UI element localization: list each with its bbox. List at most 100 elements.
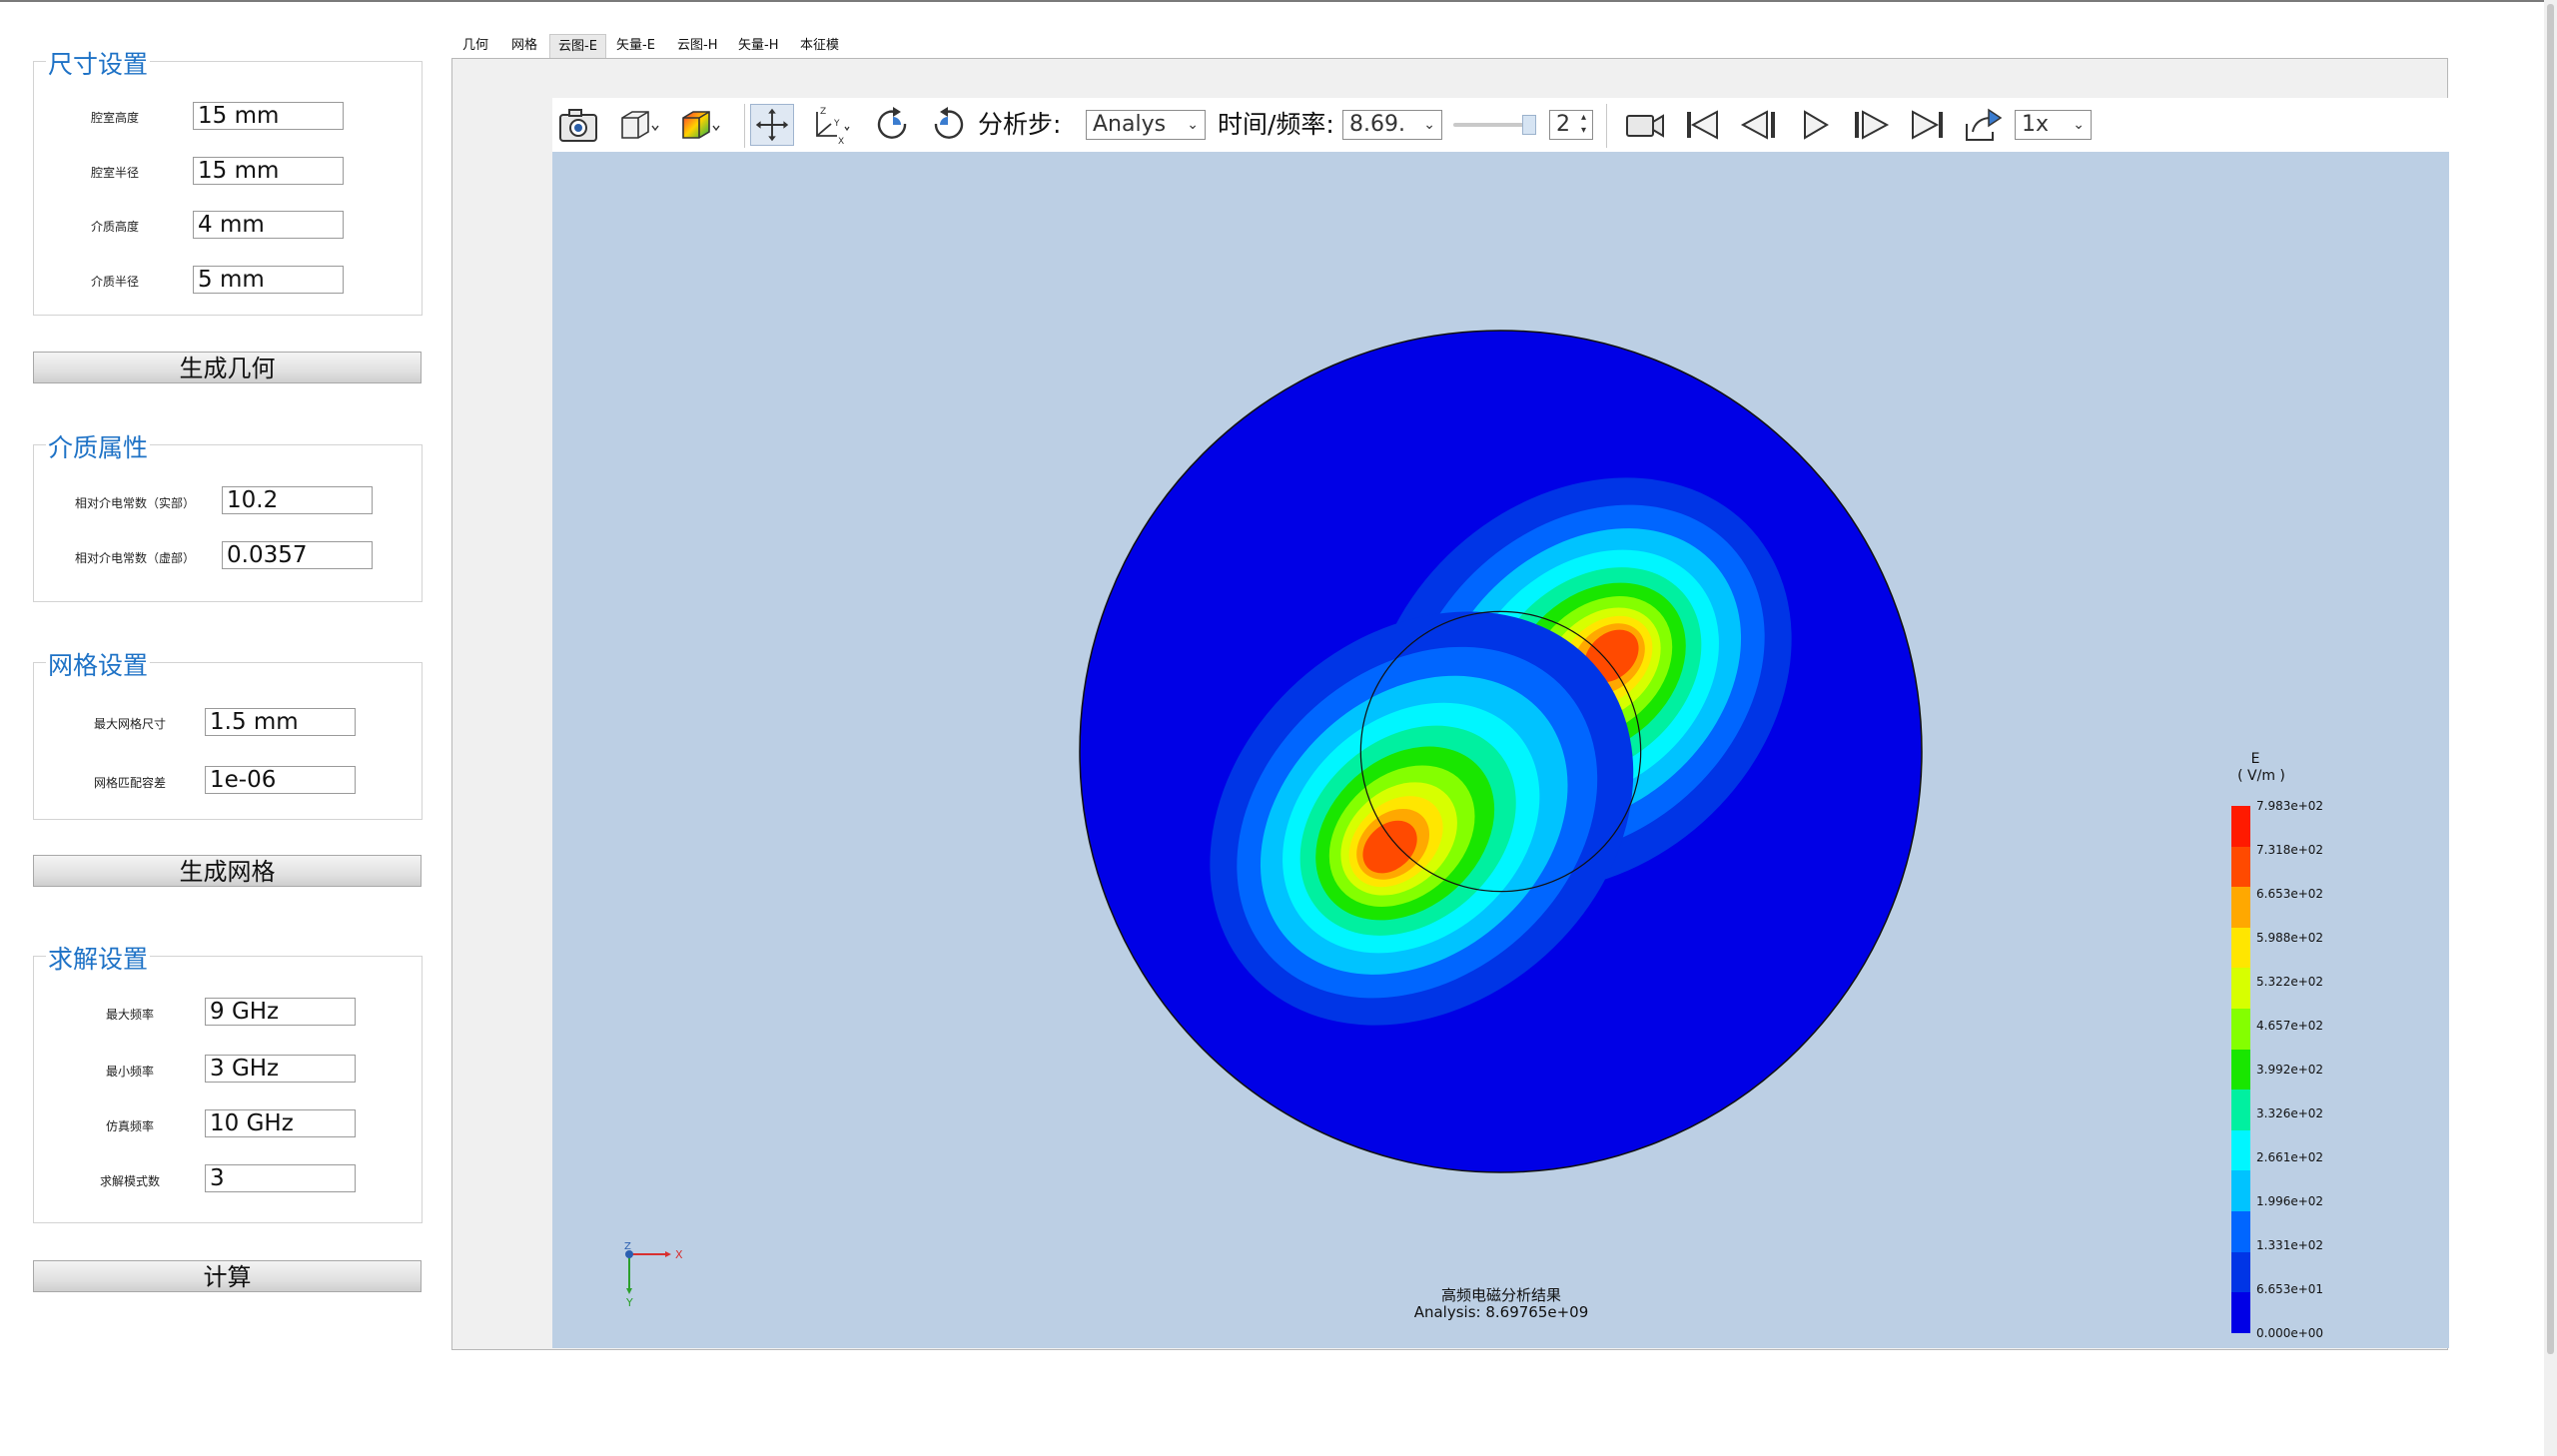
- legend-band: [2231, 1251, 2250, 1293]
- mode-count-label: 求解模式数: [99, 1174, 160, 1188]
- last-frame-icon[interactable]: [1905, 104, 1949, 146]
- camera-icon[interactable]: [556, 104, 600, 146]
- legend-tick-label: 6.653e+01: [2256, 1282, 2324, 1296]
- rotate-cw-icon[interactable]: [871, 104, 915, 146]
- legend-band: [2231, 1090, 2250, 1130]
- chevron-down-icon: ⌄: [1423, 117, 1435, 133]
- material-properties-title: 介质属性: [46, 433, 151, 462]
- solve-settings-title: 求解设置: [46, 945, 151, 974]
- time-frequency-select[interactable]: 8.69. ⌄: [1342, 110, 1442, 140]
- axis-x-label: X: [675, 1248, 683, 1261]
- export-icon[interactable]: [1961, 104, 2005, 146]
- tab-vector-h[interactable]: 矢量-H: [730, 34, 786, 58]
- frame-spinbox-value: 2: [1556, 112, 1570, 137]
- axes-icon[interactable]: Z Y X: [807, 104, 851, 146]
- cavity-radius-field[interactable]: 15 mm: [193, 157, 344, 185]
- e-field-contour-plot[interactable]: [1079, 330, 1923, 1173]
- color-cube-icon[interactable]: [677, 104, 721, 146]
- svg-text:Z: Z: [820, 107, 826, 117]
- legend-tick-label: 2.661e+02: [2256, 1150, 2324, 1164]
- legend-band: [2231, 1129, 2250, 1171]
- generate-mesh-button[interactable]: 生成网格: [33, 855, 422, 887]
- chevron-down-icon: ⌄: [2073, 117, 2085, 133]
- legend-tick-label: 7.983e+02: [2256, 799, 2324, 813]
- sim-frequency-label: 仿真频率: [105, 1119, 154, 1133]
- rotate-ccw-icon[interactable]: [926, 104, 970, 146]
- tab-mesh[interactable]: 网格: [503, 34, 545, 58]
- tab-eigenmode[interactable]: 本征模: [792, 34, 847, 58]
- permittivity-imag-field[interactable]: 0.0357: [222, 541, 373, 569]
- legend-tick-label: 1.331e+02: [2256, 1238, 2324, 1252]
- axis-triad-icon: X Y Z: [624, 1241, 683, 1309]
- mesh-tolerance-field[interactable]: 1e-06: [205, 766, 356, 794]
- tab-geometry[interactable]: 几何: [454, 34, 496, 58]
- mesh-settings-group: 网格设置: [33, 653, 423, 820]
- tab-contour-h[interactable]: 云图-H: [669, 34, 725, 58]
- mode-count-field[interactable]: 3: [205, 1164, 356, 1192]
- frame-spinbox[interactable]: 2 ▴ ▾: [1549, 110, 1593, 140]
- window-top-border: [0, 0, 2557, 2]
- legend-band: [2231, 806, 2250, 847]
- frame-slider-handle[interactable]: [1522, 115, 1536, 135]
- cavity-radius-label: 腔室半径: [90, 166, 139, 180]
- analysis-step-select[interactable]: Analys ⌄: [1086, 110, 1206, 140]
- legend-tick-label: 4.657e+02: [2256, 1019, 2324, 1033]
- view-cube-icon[interactable]: [616, 104, 660, 146]
- time-frequency-label: 时间/频率:: [1218, 110, 1334, 139]
- record-video-icon[interactable]: [1623, 104, 1667, 146]
- mesh-tolerance-label: 网格匹配容差: [93, 776, 166, 790]
- legend-band: [2231, 1170, 2250, 1212]
- playback-speed-value: 1x: [2022, 112, 2050, 137]
- legend-band: [2231, 968, 2250, 1010]
- toolbar-separator: [1606, 104, 1607, 148]
- svg-text:Y: Y: [833, 119, 840, 129]
- dielectric-height-field[interactable]: 4 mm: [193, 211, 344, 239]
- analysis-step-label: 分析步:: [978, 110, 1062, 139]
- size-settings-title: 尺寸设置: [46, 50, 151, 79]
- permittivity-real-field[interactable]: 10.2: [222, 486, 373, 514]
- legend-band: [2231, 1009, 2250, 1050]
- scrollbar-thumb[interactable]: [2547, 4, 2554, 1354]
- sim-frequency-field[interactable]: 10 GHz: [205, 1109, 356, 1137]
- legend-band: [2231, 846, 2250, 888]
- legend-band: [2231, 1292, 2250, 1333]
- svg-text:X: X: [838, 137, 844, 146]
- tab-contour-e[interactable]: 云图-E: [549, 34, 606, 58]
- legend-tick-label: 3.992e+02: [2256, 1063, 2324, 1077]
- play-icon[interactable]: [1793, 104, 1837, 146]
- legend-tick-label: 0.000e+00: [2256, 1326, 2324, 1340]
- first-frame-icon[interactable]: [1681, 104, 1725, 146]
- pan-move-icon[interactable]: [750, 104, 794, 146]
- result-title: 高频电磁分析结果: [1440, 1286, 1561, 1304]
- cavity-height-field[interactable]: 15 mm: [193, 102, 344, 130]
- tab-vector-e[interactable]: 矢量-E: [608, 34, 663, 58]
- mesh-settings-title: 网格设置: [46, 651, 151, 680]
- dielectric-height-label: 介质高度: [90, 220, 139, 234]
- dielectric-radius-label: 介质半径: [90, 275, 139, 289]
- legend-band: [2231, 887, 2250, 928]
- min-frequency-field[interactable]: 3 GHz: [205, 1055, 356, 1083]
- prev-frame-icon[interactable]: [1737, 104, 1781, 146]
- legend-band: [2231, 1049, 2250, 1091]
- playback-speed-select[interactable]: 1x ⌄: [2015, 110, 2092, 140]
- generate-geometry-button[interactable]: 生成几何: [33, 352, 422, 383]
- legend-band: [2231, 927, 2250, 969]
- min-frequency-label: 最小频率: [105, 1065, 154, 1079]
- dielectric-radius-field[interactable]: 5 mm: [193, 266, 344, 294]
- compute-button[interactable]: 计算: [33, 1260, 422, 1292]
- max-frequency-field[interactable]: 9 GHz: [205, 998, 356, 1026]
- legend-unit: ( V/m ): [2237, 768, 2285, 784]
- chevron-down-icon: ⌄: [1187, 117, 1199, 133]
- max-mesh-size-label: 最大网格尺寸: [93, 717, 166, 731]
- legend-tick-label: 5.322e+02: [2256, 975, 2324, 989]
- max-mesh-size-field[interactable]: 1.5 mm: [205, 708, 356, 736]
- result-subtitle: Analysis: 8.69765e+09: [1413, 1303, 1589, 1321]
- spin-arrows-icon: ▴ ▾: [1580, 112, 1586, 136]
- analysis-step-value: Analys: [1093, 112, 1167, 137]
- time-frequency-value: 8.69.: [1349, 112, 1405, 137]
- vertical-scrollbar[interactable]: [2544, 0, 2557, 1456]
- next-frame-icon[interactable]: [1849, 104, 1893, 146]
- legend-band: [2231, 1211, 2250, 1252]
- toolbar-separator: [744, 104, 745, 148]
- legend-color-bar: [2231, 806, 2250, 1333]
